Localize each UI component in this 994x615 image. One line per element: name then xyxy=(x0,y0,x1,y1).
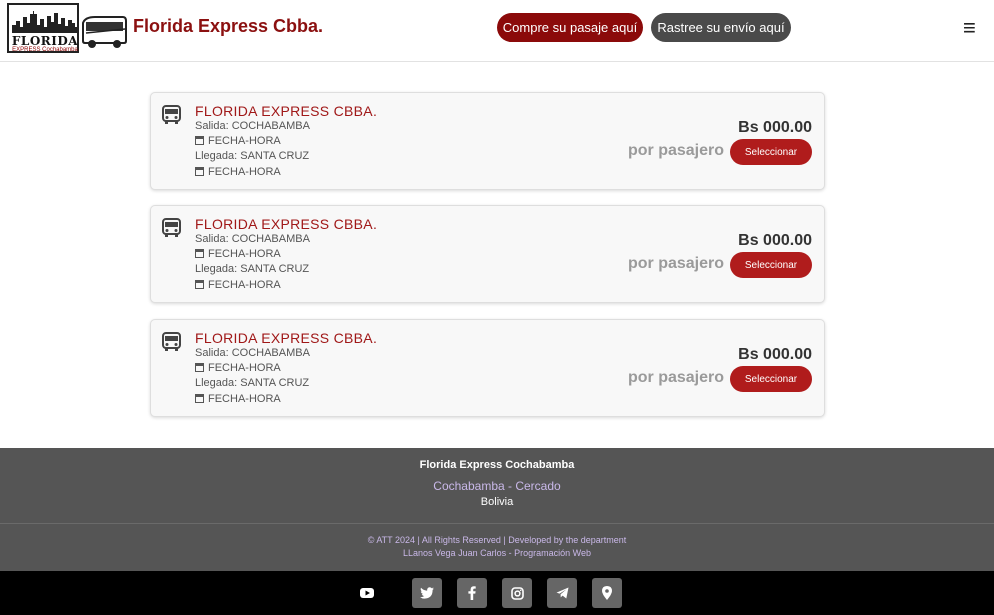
bus-icon xyxy=(162,105,181,124)
logo-text: FLORIDA xyxy=(11,34,79,48)
footer: Florida Express Cochabamba Cochabamba - … xyxy=(0,448,994,571)
select-trip-button[interactable]: Seleccionar xyxy=(730,366,812,392)
map-pin-icon[interactable] xyxy=(592,578,622,608)
trip-departure-time: FECHA-HORA xyxy=(208,362,281,374)
instagram-icon[interactable] xyxy=(502,578,532,608)
social-bar xyxy=(0,571,994,615)
buy-ticket-button[interactable]: Compre su pasaje aquí xyxy=(497,13,643,42)
calendar-icon xyxy=(195,280,204,289)
logo-subtext: EXPRESS Cochabamba xyxy=(12,47,78,53)
footer-copyright: © ATT 2024 | All Rights Reserved | Devel… xyxy=(367,535,627,545)
calendar-icon xyxy=(195,363,204,372)
trip-price-unit: por pasajero xyxy=(627,142,724,159)
trip-company: FLORIDA EXPRESS CBBA. xyxy=(195,216,378,232)
telegram-icon[interactable] xyxy=(547,578,577,608)
twitter-icon[interactable] xyxy=(412,578,442,608)
bus-icon xyxy=(162,218,181,237)
trip-departure-time: FECHA-HORA xyxy=(208,135,281,147)
trip-card: FLORIDA EXPRESS CBBA. Salida: COCHABAMBA… xyxy=(150,92,825,190)
trip-arrival: Llegada: SANTA CRUZ xyxy=(195,150,310,162)
trip-arrival-time-row: FECHA-HORA xyxy=(195,279,281,291)
calendar-icon xyxy=(195,167,204,176)
track-shipment-button[interactable]: Rastree su envío aquí xyxy=(651,13,791,42)
trip-arrival-time-row: FECHA-HORA xyxy=(195,393,281,405)
trip-company: FLORIDA EXPRESS CBBA. xyxy=(195,103,378,119)
trip-arrival-time: FECHA-HORA xyxy=(208,166,281,178)
footer-country: Bolivia xyxy=(480,496,514,508)
site-header: FLORIDA EXPRESS Cochabamba Florida Expre… xyxy=(0,0,994,62)
footer-developer: LLanos Vega Juan Carlos - Programación W… xyxy=(403,548,591,558)
menu-icon[interactable]: ≡ xyxy=(963,16,985,40)
trip-arrival-time-row: FECHA-HORA xyxy=(195,166,281,178)
trip-arrival-time: FECHA-HORA xyxy=(208,393,281,405)
footer-city: Cochabamba - Cercado xyxy=(433,479,561,493)
skyline-icon xyxy=(12,11,78,33)
trip-departure: Salida: COCHABAMBA xyxy=(195,233,310,245)
trip-price-unit: por pasajero xyxy=(627,369,724,386)
trip-card: FLORIDA EXPRESS CBBA. Salida: COCHABAMBA… xyxy=(150,205,825,303)
select-trip-button[interactable]: Seleccionar xyxy=(730,139,812,165)
site-title[interactable]: Florida Express Cbba. xyxy=(133,16,323,37)
trip-departure: Salida: COCHABAMBA xyxy=(195,347,310,359)
footer-divider xyxy=(0,523,994,524)
calendar-icon xyxy=(195,394,204,403)
trip-arrival: Llegada: SANTA CRUZ xyxy=(195,263,310,275)
logo[interactable]: FLORIDA EXPRESS Cochabamba xyxy=(7,3,127,55)
footer-title: Florida Express Cochabamba xyxy=(419,459,575,471)
trip-arrival: Llegada: SANTA CRUZ xyxy=(195,377,310,389)
trip-card: FLORIDA EXPRESS CBBA. Salida: COCHABAMBA… xyxy=(150,319,825,417)
trip-price: Bs 000.00 xyxy=(738,119,812,136)
calendar-icon xyxy=(195,136,204,145)
trip-departure: Salida: COCHABAMBA xyxy=(195,120,310,132)
trip-price: Bs 000.00 xyxy=(738,232,812,249)
logo-box: FLORIDA EXPRESS Cochabamba xyxy=(7,3,79,53)
bus-logo-icon xyxy=(82,16,127,48)
youtube-icon[interactable] xyxy=(352,578,382,608)
trip-departure-time: FECHA-HORA xyxy=(208,248,281,260)
trip-departure-time-row: FECHA-HORA xyxy=(195,362,281,374)
select-trip-button[interactable]: Seleccionar xyxy=(730,252,812,278)
facebook-icon[interactable] xyxy=(457,578,487,608)
trip-company: FLORIDA EXPRESS CBBA. xyxy=(195,330,378,346)
trip-arrival-time: FECHA-HORA xyxy=(208,279,281,291)
trip-price-unit: por pasajero xyxy=(627,255,724,272)
trip-price: Bs 000.00 xyxy=(738,346,812,363)
trip-departure-time-row: FECHA-HORA xyxy=(195,248,281,260)
calendar-icon xyxy=(195,249,204,258)
trip-departure-time-row: FECHA-HORA xyxy=(195,135,281,147)
bus-icon xyxy=(162,332,181,351)
